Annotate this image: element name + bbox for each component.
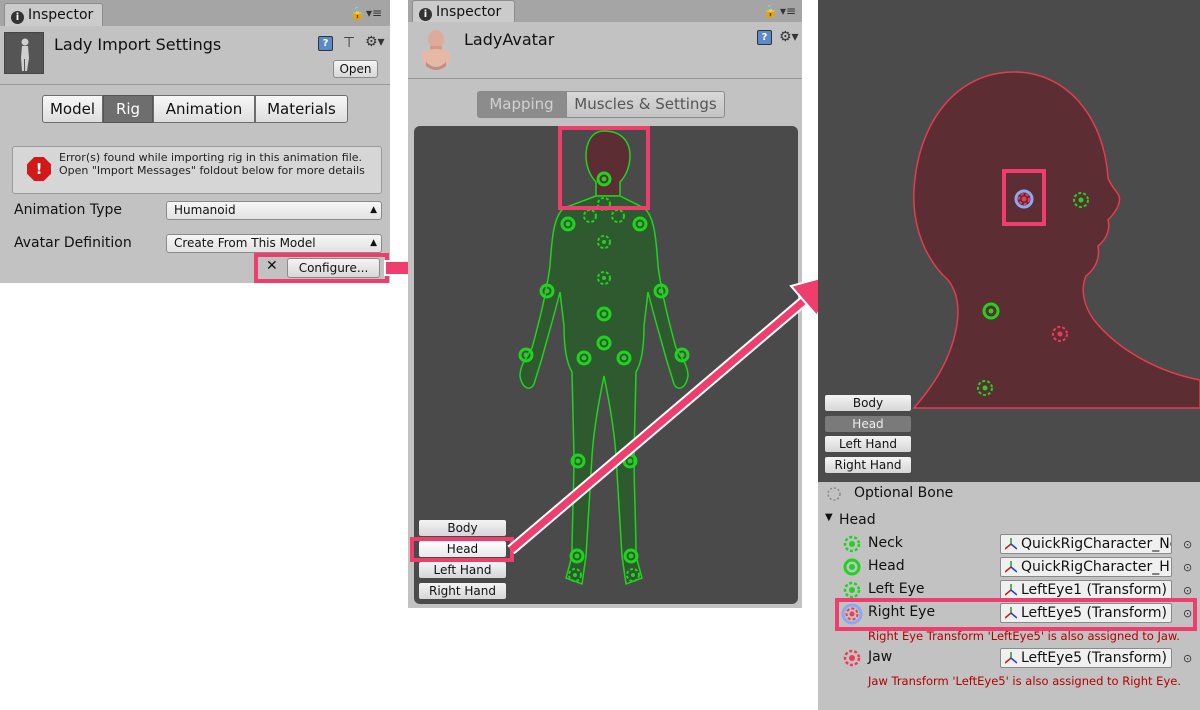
- help-icon[interactable]: ?: [318, 36, 333, 51]
- bone-name: Neck: [868, 535, 903, 551]
- avatar-definition-label: Avatar Definition: [14, 235, 132, 251]
- object-picker-icon[interactable]: ⊙: [1183, 652, 1192, 665]
- head-mapping-panel: Body Head Left Hand Right Hand Optional …: [818, 0, 1200, 710]
- composite-screenshot: i Inspector 🔒 ▾≡ Lady Import Settings ? ⊤…: [0, 0, 1200, 710]
- bone-name: Left Eye: [868, 581, 925, 597]
- error-message-box: ! Error(s) found while importing rig in …: [12, 146, 382, 194]
- help-icon[interactable]: ?: [757, 30, 772, 45]
- head-region-highlight: [558, 126, 650, 210]
- head-button[interactable]: Head: [824, 415, 912, 433]
- head-mapping-viewport: Body Head Left Hand Right Hand: [818, 0, 1200, 482]
- right-eye-row-highlight: [835, 598, 1197, 631]
- bone-error-message: Right Eye Transform 'LeftEye5' is also a…: [868, 629, 1180, 643]
- page-title: LadyAvatar: [464, 30, 555, 49]
- animation-type-label: Animation Type: [14, 202, 122, 218]
- left-hand-button[interactable]: Left Hand: [418, 561, 507, 579]
- model-thumbnail: [4, 32, 44, 74]
- avatar-definition-dropdown[interactable]: Create From This Model ▲: [166, 234, 382, 253]
- inspector-tab[interactable]: i Inspector: [412, 0, 515, 22]
- tab-materials[interactable]: Materials: [255, 95, 348, 123]
- inspector-tab-label: Inspector: [436, 4, 502, 20]
- object-picker-icon[interactable]: ⊙: [1183, 538, 1192, 551]
- info-icon: i: [419, 8, 432, 21]
- bone-transform-value: LeftEye5 (Transform): [1021, 650, 1168, 666]
- right-hand-button[interactable]: Right Hand: [418, 582, 507, 600]
- import-settings-inspector: i Inspector 🔒 ▾≡ Lady Import Settings ? ⊤…: [0, 0, 390, 283]
- tab-animation[interactable]: Animation: [153, 95, 255, 123]
- bone-ok-optional-icon: [843, 581, 861, 599]
- optional-bone-label: Optional Bone: [854, 485, 954, 501]
- inspector-tab-label: Inspector: [28, 7, 94, 23]
- bone-transform-value: QuickRigCharacter_Ne: [1021, 536, 1172, 552]
- error-icon: !: [27, 157, 51, 181]
- bone-name: Jaw: [868, 649, 893, 665]
- optional-bone-icon: [827, 487, 841, 501]
- error-text: Error(s) found while importing rig in th…: [59, 151, 365, 177]
- bone-ok-icon: [843, 558, 861, 576]
- configure-highlight: [254, 253, 389, 283]
- object-picker-icon[interactable]: ⊙: [1183, 561, 1192, 574]
- head-button-highlight: [410, 537, 514, 562]
- right-eye-bone-highlight: [1002, 169, 1046, 226]
- tab-muscles-settings[interactable]: Muscles & Settings: [566, 91, 725, 118]
- tab-rig[interactable]: Rig: [103, 95, 153, 123]
- transform-axis-icon: [1005, 584, 1017, 596]
- bone-transform-value: LeftEye1 (Transform): [1021, 582, 1168, 598]
- bone-error-message: Jaw Transform 'LeftEye5' is also assigne…: [868, 674, 1181, 688]
- object-picker-icon[interactable]: ⊙: [1183, 584, 1192, 597]
- lock-icon[interactable]: 🔒: [350, 6, 365, 20]
- layout-icon[interactable]: ⊤: [343, 35, 355, 51]
- avatar-thumbnail: [416, 28, 456, 72]
- transform-axis-icon: [1005, 561, 1017, 573]
- bone-ok-optional-icon: [843, 535, 861, 553]
- divider: [408, 78, 802, 79]
- menu-icon[interactable]: ▾≡: [780, 4, 796, 18]
- avatar-mapping-inspector: i Inspector 🔒 ▾≡ LadyAvatar ? ⚙▾ Mapping …: [408, 0, 802, 608]
- animation-type-dropdown[interactable]: Humanoid ▲: [166, 201, 382, 220]
- open-button[interactable]: Open: [333, 60, 378, 78]
- bone-name: Head: [868, 558, 905, 574]
- bone-transform-field[interactable]: LeftEye5 (Transform): [1000, 648, 1172, 668]
- bone-transform-value: QuickRigCharacter_H: [1021, 559, 1170, 575]
- dropdown-arrow-icon: ▲: [370, 238, 377, 248]
- divider: [0, 84, 390, 85]
- bone-error-optional-icon: [843, 649, 861, 667]
- dropdown-arrow-icon: ▲: [370, 205, 377, 215]
- left-hand-button[interactable]: Left Hand: [824, 435, 912, 453]
- gear-icon[interactable]: ⚙▾: [779, 29, 799, 45]
- body-button[interactable]: Body: [824, 394, 912, 412]
- gear-icon[interactable]: ⚙▾: [365, 34, 385, 50]
- inspector-tab[interactable]: i Inspector: [4, 3, 103, 26]
- tab-model[interactable]: Model: [42, 95, 103, 123]
- foldout-icon[interactable]: ▼: [825, 512, 833, 523]
- right-hand-button[interactable]: Right Hand: [824, 456, 912, 474]
- bone-transform-field[interactable]: QuickRigCharacter_H: [1000, 557, 1172, 577]
- tab-bar: i Inspector 🔒 ▾≡: [0, 0, 390, 26]
- page-title: Lady Import Settings: [54, 35, 222, 54]
- bone-transform-field[interactable]: LeftEye1 (Transform): [1000, 580, 1172, 600]
- info-icon: i: [11, 11, 24, 24]
- tab-bar: i Inspector 🔒 ▾≡: [408, 0, 802, 22]
- lock-icon[interactable]: 🔒: [763, 4, 778, 18]
- transform-axis-icon: [1005, 652, 1017, 664]
- head-section-label[interactable]: Head: [839, 512, 876, 528]
- body-button[interactable]: Body: [418, 519, 507, 537]
- transform-axis-icon: [1005, 538, 1017, 550]
- tab-mapping[interactable]: Mapping: [477, 91, 566, 118]
- menu-icon[interactable]: ▾≡: [366, 6, 382, 20]
- animation-type-value: Humanoid: [174, 203, 236, 217]
- avatar-definition-value: Create From This Model: [174, 236, 316, 250]
- bone-transform-field[interactable]: QuickRigCharacter_Ne: [1000, 534, 1172, 554]
